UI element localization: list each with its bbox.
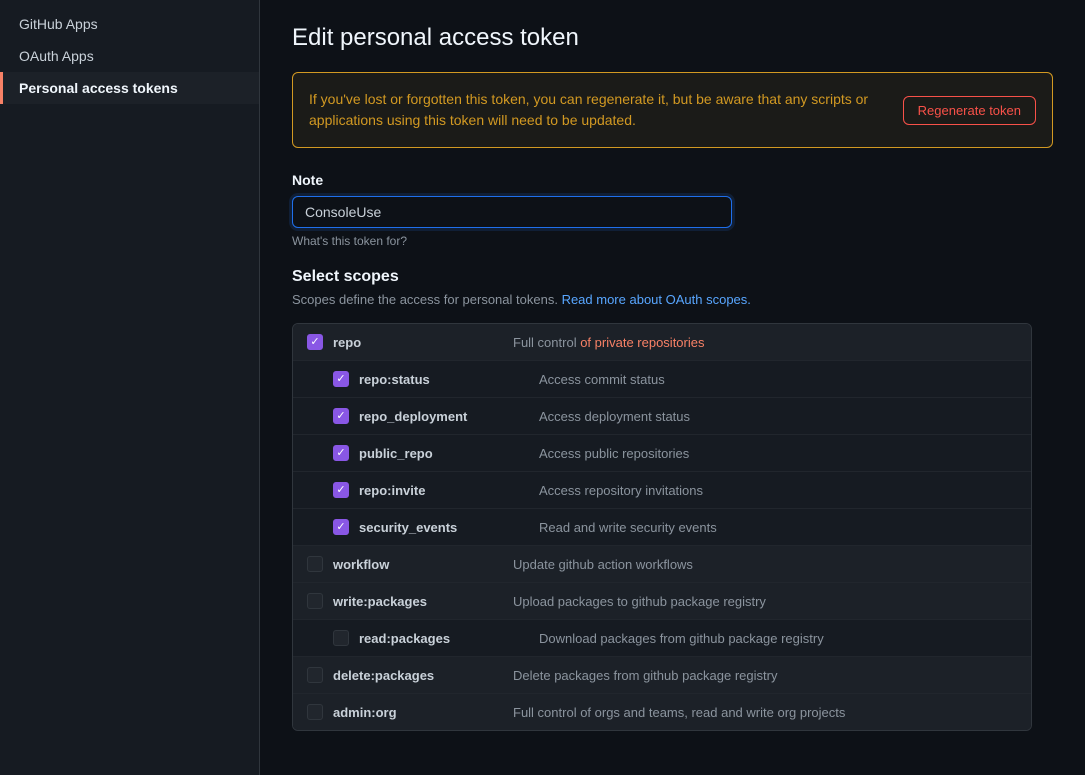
- scope-checkbox-admin-org[interactable]: [307, 704, 323, 720]
- scope-row-write-packages: write:packages Upload packages to github…: [293, 583, 1031, 620]
- scope-desc-admin-org: Full control of orgs and teams, read and…: [513, 705, 845, 720]
- scope-name-repo: repo: [333, 335, 493, 350]
- scope-checkbox-repo[interactable]: ✓: [307, 334, 323, 350]
- scope-checkbox-write-packages[interactable]: [307, 593, 323, 609]
- scope-desc-security-events: Read and write security events: [539, 520, 717, 535]
- scope-name-repo-deployment: repo_deployment: [359, 409, 519, 424]
- scope-desc-delete-packages: Delete packages from github package regi…: [513, 668, 777, 683]
- main-content: Edit personal access token If you've los…: [260, 0, 1085, 775]
- scope-row-delete-packages: delete:packages Delete packages from git…: [293, 657, 1031, 694]
- scope-row-repo-invite: ✓ repo:invite Access repository invitati…: [293, 472, 1031, 509]
- regenerate-token-button[interactable]: Regenerate token: [903, 96, 1036, 125]
- scope-name-write-packages: write:packages: [333, 594, 493, 609]
- scope-desc-write-packages: Upload packages to github package regist…: [513, 594, 766, 609]
- scope-checkbox-security-events[interactable]: ✓: [333, 519, 349, 535]
- scope-desc-read-packages: Download packages from github package re…: [539, 631, 824, 646]
- sidebar-item-oauth-apps[interactable]: OAuth Apps: [0, 40, 259, 72]
- note-label: Note: [292, 172, 1053, 188]
- sidebar-item-github-apps[interactable]: GitHub Apps: [0, 8, 259, 40]
- scope-name-read-packages: read:packages: [359, 631, 519, 646]
- scope-name-workflow: workflow: [333, 557, 493, 572]
- scope-row-admin-org: admin:org Full control of orgs and teams…: [293, 694, 1031, 730]
- sidebar-item-personal-access-tokens[interactable]: Personal access tokens: [0, 72, 259, 104]
- scope-desc-repo: Full control of private repositories: [513, 335, 704, 350]
- scope-name-public-repo: public_repo: [359, 446, 519, 461]
- scopes-desc: Scopes define the access for personal to…: [292, 292, 1053, 307]
- scope-name-admin-org: admin:org: [333, 705, 493, 720]
- scope-checkbox-delete-packages[interactable]: [307, 667, 323, 683]
- oauth-scopes-link[interactable]: Read more about OAuth scopes.: [562, 292, 751, 307]
- scope-name-repo-invite: repo:invite: [359, 483, 519, 498]
- scope-checkbox-repo-status[interactable]: ✓: [333, 371, 349, 387]
- scope-desc-public-repo: Access public repositories: [539, 446, 689, 461]
- scope-row-repo: ✓ repo Full control of private repositor…: [293, 324, 1031, 361]
- note-input[interactable]: [292, 196, 732, 228]
- scopes-form-group: Select scopes Scopes define the access f…: [292, 268, 1053, 731]
- scope-row-repo-status: ✓ repo:status Access commit status: [293, 361, 1031, 398]
- warning-box: If you've lost or forgotten this token, …: [292, 72, 1053, 148]
- note-form-group: Note What's this token for?: [292, 172, 1053, 248]
- scope-desc-repo-status: Access commit status: [539, 372, 665, 387]
- scopes-table: ✓ repo Full control of private repositor…: [292, 323, 1032, 731]
- scope-desc-repo-deployment: Access deployment status: [539, 409, 690, 424]
- scope-desc-repo-invite: Access repository invitations: [539, 483, 703, 498]
- scope-row-workflow: workflow Update github action workflows: [293, 546, 1031, 583]
- scopes-title: Select scopes: [292, 268, 1053, 286]
- scope-row-security-events: ✓ security_events Read and write securit…: [293, 509, 1031, 546]
- scope-checkbox-read-packages[interactable]: [333, 630, 349, 646]
- scope-checkbox-repo-invite[interactable]: ✓: [333, 482, 349, 498]
- scope-name-repo-status: repo:status: [359, 372, 519, 387]
- page-title: Edit personal access token: [292, 24, 1053, 52]
- scope-checkbox-workflow[interactable]: [307, 556, 323, 572]
- scope-name-security-events: security_events: [359, 520, 519, 535]
- sidebar: GitHub Apps OAuth Apps Personal access t…: [0, 0, 260, 775]
- note-hint: What's this token for?: [292, 234, 1053, 248]
- scope-row-repo-deployment: ✓ repo_deployment Access deployment stat…: [293, 398, 1031, 435]
- scope-name-delete-packages: delete:packages: [333, 668, 493, 683]
- scope-checkbox-repo-deployment[interactable]: ✓: [333, 408, 349, 424]
- scope-row-read-packages: read:packages Download packages from git…: [293, 620, 1031, 657]
- scope-desc-workflow: Update github action workflows: [513, 557, 693, 572]
- scope-checkbox-public-repo[interactable]: ✓: [333, 445, 349, 461]
- warning-text: If you've lost or forgotten this token, …: [309, 89, 887, 131]
- scope-row-public-repo: ✓ public_repo Access public repositories: [293, 435, 1031, 472]
